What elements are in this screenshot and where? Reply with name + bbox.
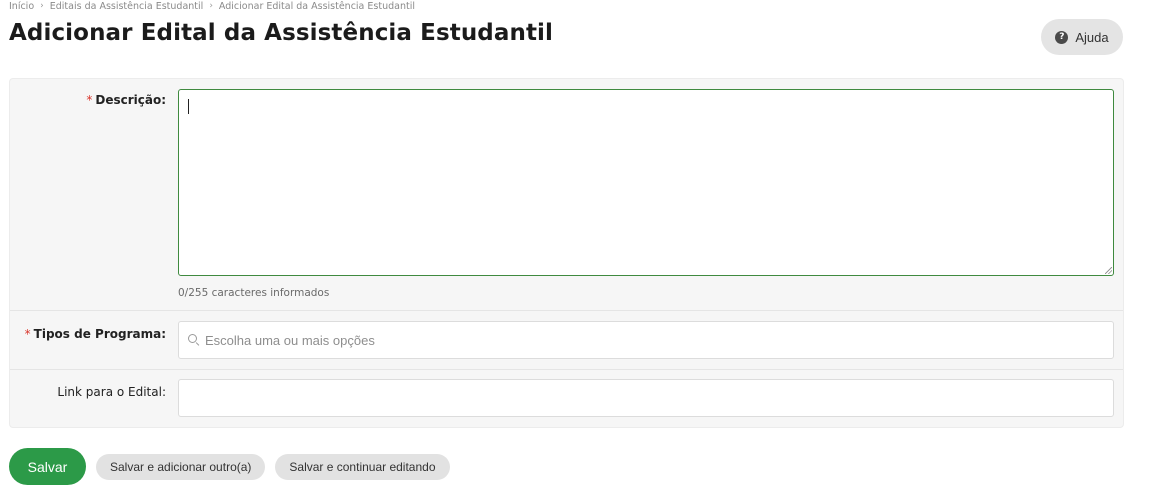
save-button[interactable]: Salvar [9, 448, 86, 485]
descricao-label: * Descrição: [86, 93, 166, 107]
tipos-programa-label-text: Tipos de Programa: [33, 327, 166, 341]
form-panel: * Descrição: 0/255 caracteres informados … [9, 78, 1124, 428]
tipos-programa-select[interactable]: Escolha uma ou mais opções [178, 321, 1114, 359]
breadcrumb-item-editais[interactable]: Editais da Assistência Estudantil [50, 1, 204, 12]
save-add-another-button[interactable]: Salvar e adicionar outro(a) [96, 453, 266, 480]
descricao-char-counter: 0/255 caracteres informados [178, 287, 330, 299]
resize-handle-icon[interactable] [1105, 267, 1112, 274]
descricao-textarea[interactable] [178, 89, 1114, 276]
row-divider [10, 310, 1123, 311]
search-icon [188, 334, 200, 346]
descricao-label-text: Descrição: [95, 93, 166, 107]
text-caret [188, 99, 189, 114]
breadcrumb-item-current: Adicionar Edital da Assistência Estudant… [218, 0, 415, 12]
tipos-programa-label: * Tipos de Programa: [25, 327, 166, 341]
required-marker: * [24, 327, 31, 341]
save-continue-button[interactable]: Salvar e continuar editando [275, 453, 450, 480]
required-marker: * [86, 93, 93, 107]
help-button[interactable]: ? Ajuda [1041, 19, 1123, 55]
page-title: Adicionar Edital da Assistência Estudant… [9, 20, 554, 46]
chevron-right-icon: › [40, 1, 44, 11]
question-circle-icon: ? [1055, 30, 1069, 44]
help-button-label: Ajuda [1075, 29, 1109, 45]
form-actions: Salvar Salvar e adicionar outro(a) Salva… [9, 448, 450, 485]
tipos-programa-placeholder: Escolha uma ou mais opções [205, 332, 375, 348]
breadcrumb-item-inicio[interactable]: Início [9, 1, 34, 12]
breadcrumb: Início › Editais da Assistência Estudant… [9, 0, 415, 12]
chevron-right-icon: › [209, 1, 213, 11]
link-edital-input[interactable] [178, 379, 1114, 417]
row-divider [10, 369, 1123, 370]
link-edital-label: Link para o Edital: [57, 385, 166, 399]
